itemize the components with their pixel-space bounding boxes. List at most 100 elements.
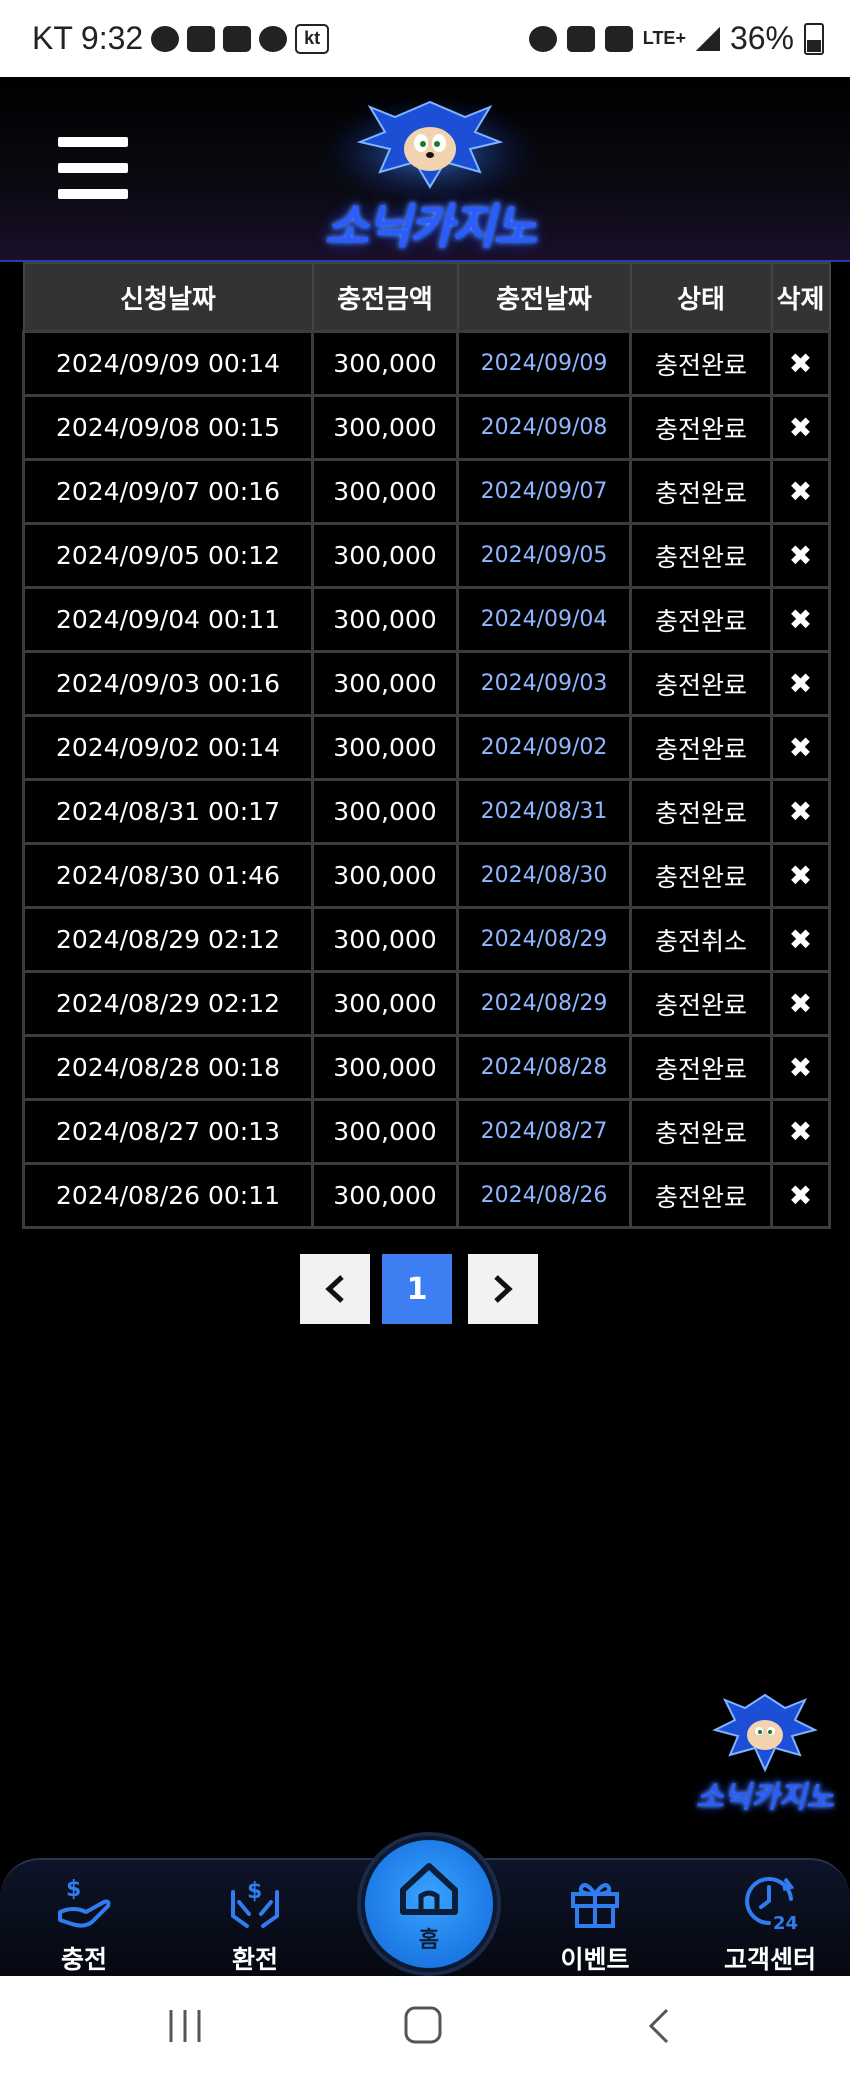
delete-button[interactable]: ✖ [770,650,831,717]
amount-cell: 300,000 [311,458,459,525]
page-1-button[interactable]: 1 [382,1254,452,1324]
svg-text:$: $ [66,1877,81,1902]
delete-button[interactable]: ✖ [770,778,831,845]
amount-cell: 300,000 [311,586,459,653]
delete-button[interactable]: ✖ [770,842,831,909]
charge-date-cell: 2024/08/31 [456,778,632,845]
request-date-cell: 2024/09/04 00:11 [22,586,314,653]
charge-date-cell: 2024/08/26 [456,1162,632,1229]
back-button[interactable] [645,2006,675,2056]
home-system-icon [404,2006,442,2044]
charge-date-cell: 2024/08/28 [456,1034,632,1101]
network-label: LTE+ [642,28,686,48]
amount-cell: 300,000 [311,1098,459,1165]
request-date-cell: 2024/09/03 00:16 [22,650,314,717]
amount-cell: 300,000 [311,1162,459,1229]
amount-cell: 300,000 [311,522,459,589]
charge-date-cell: 2024/09/08 [456,394,632,461]
charge-date-cell: 2024/08/27 [456,1098,632,1165]
home-button[interactable]: 홈 [361,1836,497,1972]
next-page-button[interactable] [468,1254,538,1324]
charge-date-cell: 2024/09/09 [456,330,632,397]
kt-notification-icon: kt [295,23,330,54]
battery-percent: 36% [729,20,794,56]
cloud-notification-icon [259,25,288,52]
table-row: 2024/08/26 00:11 300,000 2024/08/26 충전완료 ✖ [22,1162,831,1229]
floating-brand-button[interactable]: 소닉카지노 [690,1690,840,1825]
home-system-button[interactable] [402,2006,446,2056]
alarm-icon [528,25,557,52]
status-cell: 충전완료 [629,586,773,653]
battery-icon [804,22,824,55]
home-label: 홈 [418,1928,440,1953]
charge-date-cell: 2024/08/30 [456,842,632,909]
mascot-icon [320,97,540,207]
charge-date-cell: 2024/09/03 [456,650,632,717]
column-header-request-date: 신청날짜 [22,262,314,333]
delete-button[interactable]: ✖ [770,970,831,1037]
table-row: 2024/09/02 00:14 300,000 2024/09/02 충전완료 ✖ [22,714,831,781]
charge-date-cell: 2024/09/05 [456,522,632,589]
request-date-cell: 2024/08/29 02:12 [22,906,314,973]
column-header-amount: 충전금액 [311,262,459,333]
delete-button[interactable]: ✖ [770,906,831,973]
charge-date-cell: 2024/09/02 [456,714,632,781]
back-icon [648,2008,669,2044]
delete-button[interactable]: ✖ [770,330,831,397]
table-row: 2024/08/30 01:46 300,000 2024/08/30 충전완료 ✖ [22,842,831,909]
delete-button[interactable]: ✖ [770,1162,831,1229]
clock: 9:32 [80,20,144,56]
nav-support[interactable]: 24 고객센터 [705,1870,835,1976]
nav-withdraw[interactable]: $ 환전 [195,1870,315,1976]
menu-bar-icon [58,137,128,147]
status-cell: 충전완료 [629,714,773,781]
svg-text:24: 24 [773,1913,798,1933]
status-cell: 충전완료 [629,330,773,397]
status-cell: 충전완료 [629,458,773,525]
column-header-delete: 삭제 [770,262,831,333]
table-row: 2024/08/29 02:12 300,000 2024/08/29 충전취소 ✖ [22,906,831,973]
amount-cell: 300,000 [311,970,459,1037]
recent-apps-button[interactable] [165,2006,205,2056]
prev-page-button[interactable] [300,1254,370,1324]
delete-button[interactable]: ✖ [770,714,831,781]
menu-bar-icon [58,163,128,173]
delete-button[interactable]: ✖ [770,394,831,461]
deposit-icon: $ [58,1877,111,1928]
delete-button[interactable]: ✖ [770,1034,831,1101]
status-cell: 충전완료 [629,842,773,909]
status-cell: 충전취소 [629,906,773,973]
delete-button[interactable]: ✖ [770,458,831,525]
amount-cell: 300,000 [311,330,459,397]
system-navigation-bar [0,1976,850,2086]
home-icon [400,1863,458,1915]
nav-event[interactable]: 이벤트 [535,1870,655,1976]
table-row: 2024/08/29 02:12 300,000 2024/08/29 충전완료 ✖ [22,970,831,1037]
request-date-cell: 2024/09/05 00:12 [22,522,314,589]
delete-button[interactable]: ✖ [770,522,831,589]
status-cell: 충전완료 [629,778,773,845]
floating-brand-name: 소닉카지노 [696,1780,834,1815]
delete-button[interactable]: ✖ [770,1098,831,1165]
brand-logo[interactable]: 소닉카지노 [285,87,575,257]
nav-withdraw-label: 환전 [231,1945,278,1974]
table-row: 2024/09/08 00:15 300,000 2024/09/08 충전완료 ✖ [22,394,831,461]
menu-button[interactable] [58,137,128,199]
recent-apps-icon [169,2010,201,2042]
nav-deposit[interactable]: $ 충전 [24,1870,144,1976]
nav-deposit-label: 충전 [60,1945,107,1974]
table-row: 2024/09/03 00:16 300,000 2024/09/03 충전완료 ✖ [22,650,831,717]
amount-cell: 300,000 [311,394,459,461]
nav-support-label: 고객센터 [723,1945,816,1974]
charge-history-table: 신청날짜 충전금액 충전날짜 상태 삭제 2024/09/09 00:14 300… [22,262,831,1229]
request-date-cell: 2024/09/08 00:15 [22,394,314,461]
request-date-cell: 2024/09/09 00:14 [22,330,314,397]
column-header-status: 상태 [629,262,773,333]
table-header-row: 신청날짜 충전금액 충전날짜 상태 삭제 [22,262,831,333]
charge-date-cell: 2024/09/04 [456,586,632,653]
hd-icon [604,25,633,52]
svg-text:$: $ [247,1879,262,1904]
status-cell: 충전완료 [629,1162,773,1229]
amount-cell: 300,000 [311,650,459,717]
delete-button[interactable]: ✖ [770,586,831,653]
